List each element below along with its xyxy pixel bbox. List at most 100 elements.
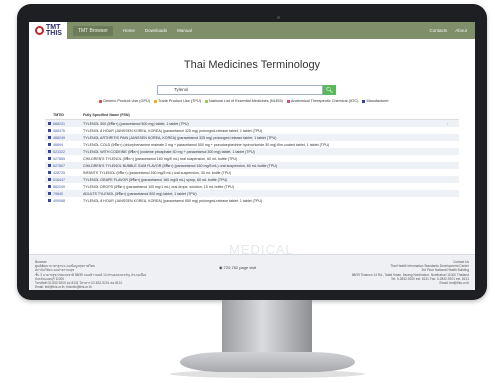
row-tmtid[interactable]: 48894 <box>53 143 83 147</box>
row-fsn[interactable]: TYLENOL WITH CODEINE (5ซีตา) (codeine ph… <box>83 149 447 155</box>
row-fsn[interactable]: CHILDREN'S TYLENOL BUBBLE GUM FLAVOR (5ซ… <box>83 163 447 169</box>
row-tmtid[interactable]: 79840 <box>53 192 83 196</box>
legend-label: Manufacturer <box>366 99 389 103</box>
table-row[interactable]: 527865 CHILDREN'S TYLENOL (5ซีตา) (parace… <box>45 155 459 162</box>
table-row[interactable]: 409088 TYLENOL 8 HOUR (JANSSEN KOREA, KOR… <box>45 197 459 204</box>
nav-right-group: Contacts About <box>429 28 475 33</box>
row-fsn[interactable]: CHILDREN'S TYLENOL (5ซีตา) (paracetamol … <box>83 156 447 162</box>
legend-swatch <box>154 99 158 103</box>
row-tmtid[interactable]: 428725 <box>53 171 83 175</box>
legend-label: National List of Essential Medicines (NL… <box>208 99 283 103</box>
page-title: Thai Medicines Terminology <box>183 59 321 71</box>
row-tmtid[interactable]: 488249 <box>53 136 83 140</box>
monitor-screen: TMT THIS TMT Browser Home Downloads Manu… <box>29 22 475 290</box>
legend-swatch <box>204 99 208 103</box>
tpu-marker-icon <box>47 185 51 188</box>
legend-label: Anatomical Therapeutic Chemical (ATC) <box>290 99 359 103</box>
table-row[interactable]: 627807 CHILDREN'S TYLENOL BUBBLE GUM FLAV… <box>45 162 459 169</box>
nav-item-about[interactable]: About <box>455 28 467 33</box>
monitor-bezel: TMT THIS TMT Browser Home Downloads Manu… <box>17 4 487 300</box>
row-tmtid[interactable]: 627807 <box>53 164 83 168</box>
tpu-marker-icon <box>47 143 51 146</box>
row-marker <box>45 129 53 132</box>
tpu-marker-icon <box>47 129 51 132</box>
row-tmtid[interactable]: 682049 <box>53 185 83 189</box>
table-row[interactable]: 79840 ADULTS TYLENOL (5ซีตา) (paracetamol… <box>45 190 459 197</box>
footer-left-line: Email: tmt@this.or.th, thisinfo@this.or.… <box>35 285 92 290</box>
row-tmtid[interactable]: 527865 <box>53 157 83 161</box>
row-fsn[interactable]: TYLENOL 8 HOUR (JANSSEN KOREA, KOREA) (p… <box>83 199 447 203</box>
search-icon: 🔍︎ <box>325 87 334 94</box>
row-marker <box>45 143 53 146</box>
row-tmtid[interactable]: 523322 <box>53 150 83 154</box>
logo-text: TMT THIS <box>46 23 62 37</box>
row-marker <box>45 164 53 167</box>
monitor-stand-neck <box>222 300 312 358</box>
table-body: 688231 TYLENOL 500 (5ซีตา) (paracetamol 5… <box>45 120 459 204</box>
top-navbar: TMT THIS TMT Browser Home Downloads Manu… <box>29 22 475 39</box>
nav-item-contacts[interactable]: Contacts <box>429 28 447 33</box>
footer-right-line: Email: tmt@this.or.th <box>439 281 469 286</box>
table-row[interactable]: 48894 TYLENOL COLD (5ซีตา) (chlorphenamin… <box>45 141 459 148</box>
table-row[interactable]: 682049 TYLENOL DROPS (5ซีตา) (paracetamol… <box>45 183 459 190</box>
legend-label: Trade Product Use (TPU) <box>158 99 201 103</box>
row-tmtid[interactable]: 488376 <box>53 129 83 133</box>
row-fsn[interactable]: TYLENOL GRAPE FLAVOR (5ซีตา) (paracetamo… <box>83 177 447 183</box>
tpu-marker-icon <box>47 150 51 153</box>
table-row[interactable]: 688231 TYLENOL 500 (5ซีตา) (paracetamol 5… <box>45 120 459 127</box>
table-row[interactable]: 488249 TYLENOL ARTHRITIS PAIN (JANSSEN KO… <box>45 134 459 141</box>
legend-item-gpu: Generic Product Use (GPU) <box>99 99 150 103</box>
tpu-marker-icon <box>47 122 51 125</box>
legend-item-manufacturer: Manufacturer <box>362 99 389 103</box>
row-fsn[interactable]: TYLENOL 8 HOUR (JANSSEN KOREA, KOREA) (p… <box>83 129 447 133</box>
row-tmtid[interactable]: 409088 <box>53 199 83 203</box>
header-fsn: Fully Specified Name (FSN) <box>83 113 130 117</box>
row-extra: ↑ <box>447 121 449 126</box>
row-marker <box>45 171 53 174</box>
search-button[interactable]: 🔍︎ <box>323 85 336 95</box>
legend-swatch <box>362 99 366 103</box>
tpu-marker-icon <box>47 164 51 167</box>
row-tmtid[interactable]: 688231 <box>53 122 83 126</box>
footer-right: Contact Us Thai Health Information Stand… <box>319 260 469 285</box>
logo-emblem-icon <box>35 26 44 35</box>
row-fsn[interactable]: INFANTS TYLENOL (5ซีตา) (paracetamol 160… <box>83 170 447 176</box>
table-row[interactable]: 523322 TYLENOL WITH CODEINE (5ซีตา) (code… <box>45 148 459 155</box>
visit-icon: ◉ <box>219 265 223 270</box>
legend-item-atc: Anatomical Therapeutic Chemical (ATC) <box>286 99 359 103</box>
footer-left: Browser ศูนย์พัฒนามาตรฐานระบบข้อมูลสุขภา… <box>35 260 155 289</box>
row-fsn[interactable]: TYLENOL 500 (5ซีตา) (paracetamol 500 mg)… <box>83 121 447 127</box>
page-visit-counter: ◉ 720,782 page visit <box>219 265 256 270</box>
table-row[interactable]: 616447 TYLENOL GRAPE FLAVOR (5ซีตา) (para… <box>45 176 459 183</box>
nav-item-downloads[interactable]: Downloads <box>145 28 167 33</box>
row-fsn[interactable]: TYLENOL ARTHRITIS PAIN (JANSSEN KOREA, K… <box>83 136 447 140</box>
nav-item-manual[interactable]: Manual <box>177 28 192 33</box>
row-marker <box>45 136 53 139</box>
table-row[interactable]: 488376 TYLENOL 8 HOUR (JANSSEN KOREA, KOR… <box>45 127 459 134</box>
row-fsn[interactable]: TYLENOL DROPS (5ซีตา) (paracetamol 100 m… <box>83 184 447 190</box>
table-header: TMTID Fully Specified Name (FSN) <box>45 111 459 120</box>
row-tmtid[interactable]: 616447 <box>53 178 83 182</box>
row-marker <box>45 157 53 160</box>
nav-brand[interactable]: TMT Browser <box>72 25 113 36</box>
results-table: TMTID Fully Specified Name (FSN) 688231 T… <box>45 111 459 204</box>
header-tmtid: TMTID <box>53 113 64 117</box>
row-marker <box>45 122 53 125</box>
legend-swatch <box>99 99 102 103</box>
webcam-dot <box>277 16 280 19</box>
table-row[interactable]: 428725 INFANTS TYLENOL (5ซีตา) (paracetam… <box>45 169 459 176</box>
row-fsn[interactable]: TYLENOL COLD (5ซีตา) (chlorphenamine mal… <box>83 142 447 148</box>
row-fsn[interactable]: ADULTS TYLENOL (5ซีตา) (paracetamol 500 … <box>83 191 447 197</box>
tpu-marker-icon <box>47 171 51 174</box>
search-input[interactable]: Tylenol <box>157 85 323 95</box>
monitor-stand-base <box>180 352 355 372</box>
tpu-marker-icon <box>47 157 51 160</box>
page-visit-text: 720,782 page visit <box>223 265 257 270</box>
nav-item-home[interactable]: Home <box>123 28 135 33</box>
tmt-logo[interactable]: TMT THIS <box>29 22 67 39</box>
row-marker <box>45 185 53 188</box>
tpu-marker-icon <box>47 199 51 202</box>
footer: Browser ศูนย์พัฒนามาตรฐานระบบข้อมูลสุขภา… <box>29 254 475 290</box>
tpu-marker-icon <box>47 178 51 181</box>
row-marker <box>45 178 53 181</box>
